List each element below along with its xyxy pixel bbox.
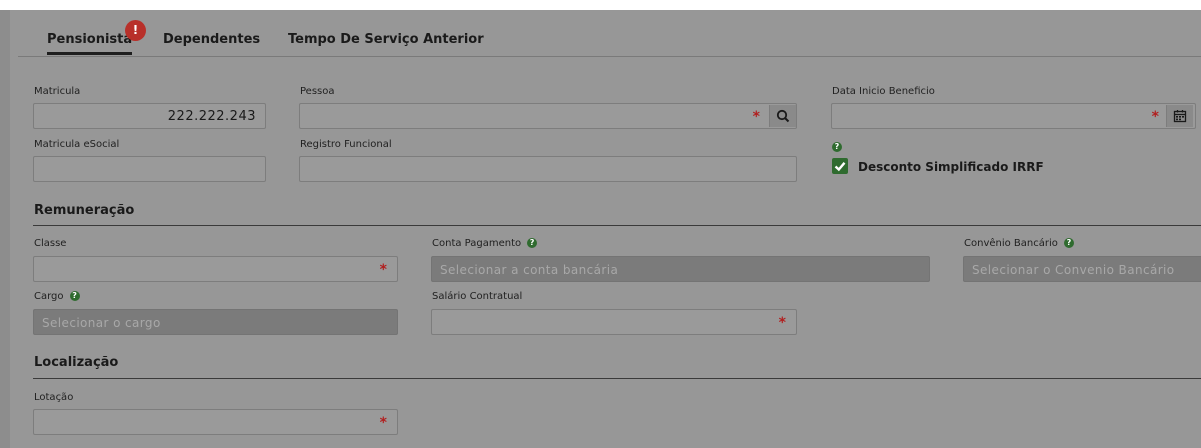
lotacao-label: Lotação xyxy=(34,392,74,403)
pessoa-input[interactable]: * xyxy=(299,103,797,129)
desconto-label: Desconto Simplificado IRRF xyxy=(858,160,1044,174)
matricula-input[interactable]: 222.222.243 xyxy=(33,103,266,129)
matricula-value: 222.222.243 xyxy=(167,109,256,124)
calendar-icon xyxy=(1173,110,1187,123)
required-marker: * xyxy=(752,109,760,125)
registro-funcional-input[interactable] xyxy=(299,156,797,182)
data-inicio-label: Data Inicio Beneficio xyxy=(832,86,935,97)
section-title-localizacao: Localização xyxy=(34,355,119,370)
required-marker: * xyxy=(379,262,387,278)
convenio-select[interactable]: Selecionar o Convenio Bancário xyxy=(963,256,1201,282)
help-icon[interactable]: ? xyxy=(832,142,842,152)
tab-dependentes[interactable]: Dependentes xyxy=(163,32,260,47)
placeholder: Selecionar o cargo xyxy=(42,316,161,330)
section-title-remuneracao: Remuneração xyxy=(34,203,135,218)
convenio-label: Convênio Bancário? xyxy=(964,238,1074,249)
check-icon xyxy=(834,162,846,172)
cargo-select[interactable]: Selecionar o cargo xyxy=(33,309,398,335)
top-strip xyxy=(0,0,1201,10)
required-marker: * xyxy=(778,315,786,331)
calendar-button[interactable] xyxy=(1166,105,1193,127)
classe-label: Classe xyxy=(34,238,67,249)
pessoa-label: Pessoa xyxy=(300,86,335,97)
tab-label: Pensionista xyxy=(47,32,133,47)
cargo-label: Cargo? xyxy=(34,291,80,302)
lotacao-input[interactable]: * xyxy=(33,409,398,435)
tabs-divider xyxy=(18,56,1201,57)
matricula-esocial-input[interactable] xyxy=(33,156,266,182)
form-panel xyxy=(10,10,1201,448)
desconto-checkbox[interactable] xyxy=(832,158,848,174)
search-icon xyxy=(776,109,790,123)
help-icon[interactable]: ? xyxy=(69,291,80,301)
required-marker: * xyxy=(379,415,387,431)
help-icon[interactable]: ? xyxy=(527,238,538,248)
help-icon[interactable]: ? xyxy=(1063,238,1074,248)
salario-input[interactable]: * xyxy=(431,309,797,335)
label-text: Conta Pagamento xyxy=(432,238,522,249)
placeholder: Selecionar o Convenio Bancário xyxy=(972,263,1175,277)
tab-tempo-servico[interactable]: Tempo De Serviço Anterior xyxy=(288,32,484,47)
matricula-label: Matricula xyxy=(34,86,81,97)
tab-pensionista[interactable]: Pensionista xyxy=(47,32,133,55)
required-marker: * xyxy=(1151,109,1159,125)
tab-label: Tempo De Serviço Anterior xyxy=(288,32,484,47)
conta-pagamento-label: Conta Pagamento? xyxy=(432,238,538,249)
salario-label: Salário Contratual xyxy=(432,291,523,302)
section-divider xyxy=(33,378,1201,379)
registro-funcional-label: Registro Funcional xyxy=(300,139,392,150)
tab-label: Dependentes xyxy=(163,32,261,47)
label-text: Convênio Bancário xyxy=(964,238,1058,249)
section-divider xyxy=(33,225,1201,226)
conta-pagamento-select[interactable]: Selecionar a conta bancária xyxy=(431,256,930,282)
alert-badge: ! xyxy=(125,20,146,41)
placeholder: Selecionar a conta bancária xyxy=(440,263,619,277)
classe-input[interactable]: * xyxy=(33,256,398,282)
label-text: Cargo xyxy=(34,291,64,302)
matricula-esocial-label: Matricula eSocial xyxy=(34,139,120,150)
search-button[interactable] xyxy=(769,105,796,127)
data-inicio-input[interactable]: * xyxy=(831,103,1196,129)
